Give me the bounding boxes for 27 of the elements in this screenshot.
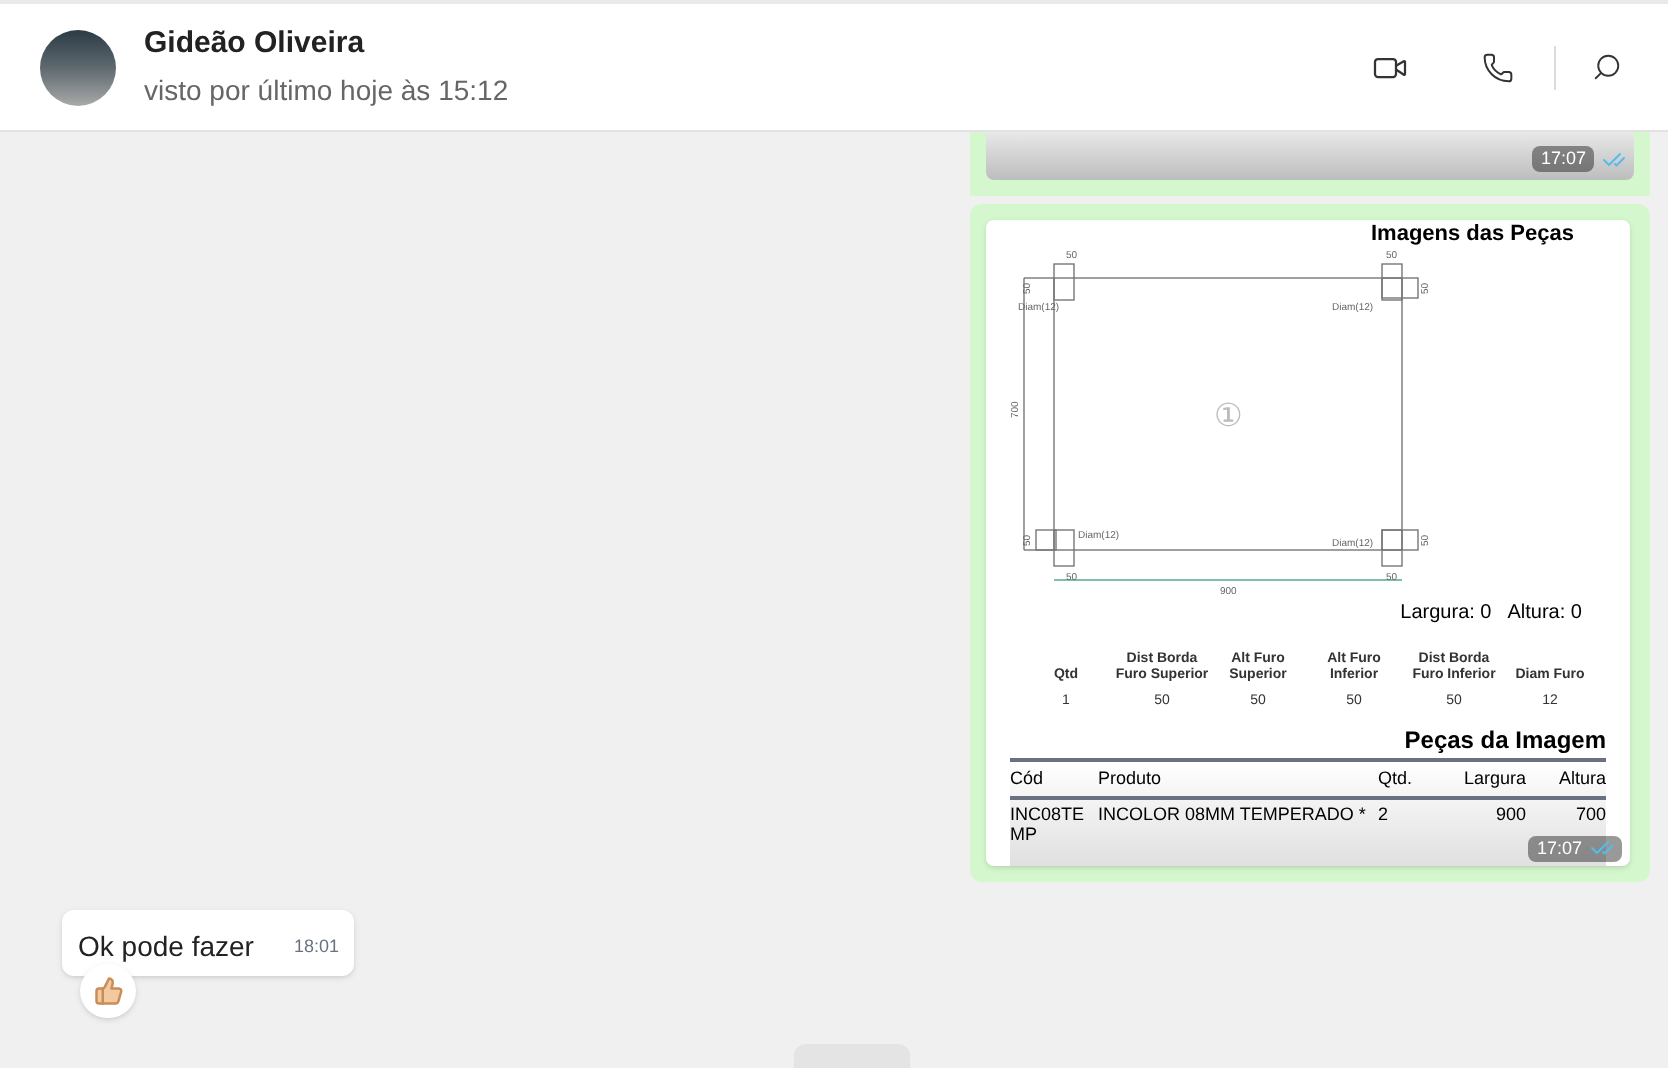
contact-avatar[interactable] [40,29,116,105]
message-time: 18:01 [293,933,339,959]
table-cell-text: 900 [1493,804,1526,828]
table-cell-text: 2 [1378,804,1391,828]
table-cell-text: INC08TE MP [1010,804,1087,844]
table-cell-text: INCOLOR 08MM TEMPERADO * [1098,804,1368,828]
reaction-chip[interactable] [80,964,136,1018]
search-icon [1591,52,1621,82]
message-text: Ok pode fazer [78,928,254,966]
size-text: Altura: 0 [1507,600,1582,628]
table-header: Qtd. [1378,765,1415,792]
phone-icon [1482,51,1514,83]
document-title: Imagens das Peças [1370,224,1574,246]
thumbs-up-icon [93,976,123,1006]
table-header: Altura [1556,765,1606,791]
contact-name[interactable]: Gideão Oliveira [144,21,509,67]
pieces-title: Peças da Imagem [1404,723,1606,757]
table-header: Cód [1010,765,1046,791]
size-text: Largura: 0 [1400,600,1492,628]
table-cell-text: 700 [1573,804,1606,828]
message-time: 17:07 [1536,835,1582,861]
table-header: Largura [1461,765,1526,792]
piece-number: ① [1214,400,1242,434]
image-bottom[interactable]: 17:07 [986,132,1634,180]
table-header: Produto [1098,765,1164,791]
last-seen-text: visto por último hoje às 15:12 [144,72,509,111]
message-time: 17:07 [1532,145,1594,172]
